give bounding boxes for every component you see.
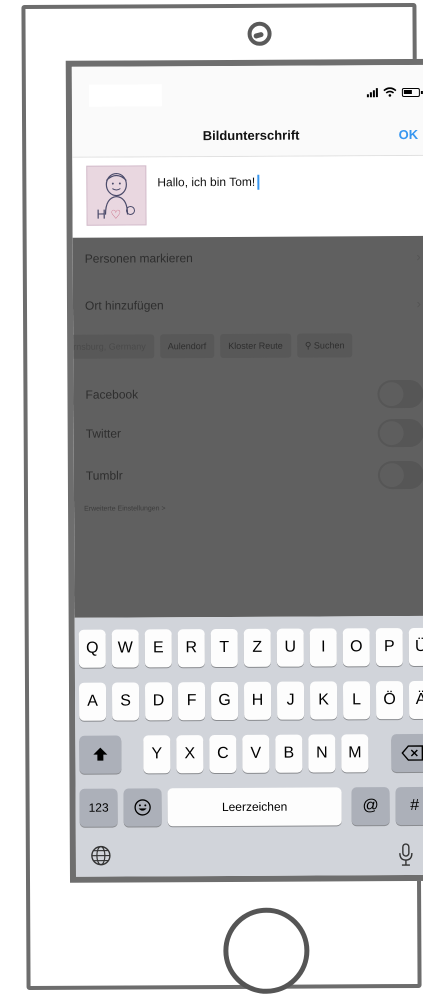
hash-key[interactable]: # [395,786,423,826]
key[interactable]: N [308,734,336,773]
key[interactable]: J [276,681,305,720]
globe-icon-glyph [91,845,111,866]
key[interactable]: Ö [375,681,404,720]
key[interactable]: Y [143,735,171,774]
svg-text:♡: ♡ [110,208,121,222]
add-location-row[interactable]: Ort hinzufügen › [73,283,423,329]
key[interactable]: A [78,682,107,721]
keyboard: Q W E R T Z U I O P Ü A S D F G H J K L … [74,615,423,883]
share-label: Facebook [85,387,139,402]
key[interactable]: R [177,629,205,668]
numbers-key[interactable]: 123 [79,788,118,827]
key[interactable]: M [341,734,369,773]
backspace-key[interactable] [391,733,423,773]
key[interactable]: K [309,681,338,720]
signal-icon [366,87,378,98]
search-icon: ⚲ [304,340,312,351]
chevron-right-icon: › [416,248,421,264]
caption-input[interactable]: Hallo, ich bin Tom! [157,174,260,191]
location-chip[interactable]: Kloster Reute [220,333,291,359]
key[interactable]: D [144,682,173,721]
text-cursor [257,175,260,191]
tag-people-label: Personen markieren [84,251,193,266]
key[interactable]: H [243,681,272,720]
key[interactable]: I [309,628,337,667]
post-options-overlay: Personen markieren › Ort hinzufügen › rn… [72,235,423,618]
key[interactable]: W [111,629,139,668]
phone-frame: Bildunterschrift OK H ♡ Hallo, ich bin T… [21,2,423,994]
phone-screen: Bildunterschrift OK H ♡ Hallo, ich bin T… [65,58,423,883]
share-label: Tumblr [85,468,123,483]
page-title: Bildunterschrift [202,127,300,144]
share-label: Twitter [85,426,122,441]
svg-text:H: H [96,207,105,222]
chevron-right-icon: › [416,295,422,311]
key[interactable]: L [342,681,371,720]
home-button[interactable] [223,907,310,994]
status-icons [366,87,420,98]
location-chip[interactable]: rnsburg, Germany [73,334,154,359]
key[interactable]: G [210,681,239,721]
facebook-toggle[interactable] [377,379,423,409]
location-search-label: Suchen [313,340,345,351]
battery-icon [401,87,420,97]
key[interactable]: O [342,628,370,667]
key[interactable]: S [111,682,140,721]
advanced-settings-link[interactable]: Erweiterte Einstellungen > [84,505,166,512]
space-key[interactable]: Leerzeichen [167,787,342,827]
tag-people-row[interactable]: Personen markieren › [73,236,423,282]
key[interactable]: T [210,628,238,668]
location-search-chip[interactable]: ⚲ Suchen [296,333,353,358]
status-bar [71,64,423,115]
key[interactable]: B [275,734,303,773]
key[interactable]: Ü [408,627,423,667]
location-chip[interactable]: Aulendorf [159,334,215,359]
home-indicator[interactable] [192,877,327,883]
key[interactable]: C [209,734,237,774]
key[interactable]: X [176,735,204,774]
share-tumblr-row: Tumblr [74,453,423,499]
tumblr-toggle[interactable] [377,460,423,490]
earpiece-icon [247,21,272,46]
status-time-placeholder [88,84,162,107]
emoji-key[interactable] [123,788,162,827]
emoji-icon [134,799,151,816]
caption-input-value: Hallo, ich bin Tom! [157,174,256,190]
key[interactable]: Z [243,628,271,667]
location-suggestions: rnsburg, Germany Aulendorf Kloster Reute… [73,330,423,362]
nav-bar: Bildunterschrift OK [71,112,423,158]
key[interactable]: P [375,628,403,667]
at-key[interactable]: @ [351,787,390,826]
add-location-label: Ort hinzufügen [84,298,164,313]
backspace-icon [401,745,423,761]
ok-button[interactable]: OK [399,127,419,142]
twitter-toggle[interactable] [377,418,423,448]
wifi-icon [383,87,397,97]
key[interactable]: U [276,628,304,667]
post-thumbnail[interactable]: H ♡ [86,165,147,226]
shift-key[interactable] [79,735,122,774]
microphone-icon-glyph [399,843,413,866]
shift-arrow-icon [93,747,108,761]
caption-area: H ♡ Hallo, ich bin Tom! [72,155,423,238]
key[interactable]: F [177,682,206,721]
key[interactable]: E [144,629,172,668]
key[interactable]: Ä [408,680,423,720]
globe-icon[interactable] [90,845,112,873]
share-twitter-row: Twitter [74,411,423,457]
key[interactable]: Q [78,629,106,668]
key[interactable]: V [242,734,270,773]
drawing-thumbnail-icon: H ♡ [96,172,136,222]
microphone-icon[interactable] [398,843,414,873]
